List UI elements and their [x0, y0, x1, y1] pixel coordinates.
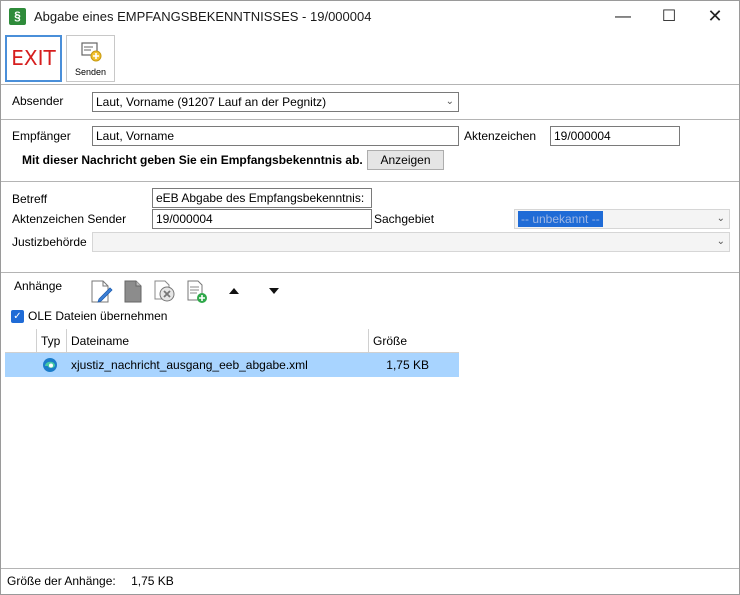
recipient-field[interactable]: Laut, Vorname [92, 126, 459, 146]
sachgebiet-value: -- unbekannt -- [518, 211, 603, 227]
status-value: 1,75 KB [131, 574, 174, 588]
send-label: Senden [74, 67, 107, 77]
chevron-down-icon: ⌄ [716, 236, 725, 247]
sachgebiet-select[interactable]: -- unbekannt -- ⌄ [514, 209, 730, 229]
ole-label: OLE Dateien übernehmen [28, 309, 168, 323]
sender-label: Absender [12, 94, 64, 108]
show-button[interactable]: Anzeigen [367, 150, 444, 170]
status-bar: Größe der Anhänge: 1,75 KB [7, 574, 174, 588]
send-button[interactable]: Senden [66, 35, 115, 82]
recipient-label: Empfänger [12, 129, 71, 143]
eeb-notice: Mit dieser Nachricht geben Sie ein Empfa… [22, 153, 363, 167]
column-header-dateiname[interactable]: Dateiname [67, 329, 369, 353]
justiz-label: Justizbehörde [12, 235, 87, 249]
file-icon[interactable] [121, 279, 145, 305]
divider [1, 181, 739, 182]
aktenzeichen-field[interactable]: 19/000004 [550, 126, 680, 146]
divider [1, 272, 739, 273]
aktenzeichen-label: Aktenzeichen [464, 129, 537, 143]
move-up-icon[interactable] [227, 286, 241, 296]
justiz-select[interactable]: ⌄ [92, 232, 730, 252]
window-title: Abgabe eines EMPFANGSBEKENNTNISSES - 19/… [34, 9, 372, 24]
exit-button[interactable]: EXIT [5, 35, 62, 82]
app-icon: § [9, 8, 26, 25]
toolbar: EXIT Senden [1, 32, 739, 84]
az-sender-label: Aktenzeichen Sender [12, 212, 127, 226]
close-button[interactable]: ✕ [692, 1, 738, 32]
table-header: Typ Dateiname Größe [5, 329, 459, 353]
delete-file-icon[interactable] [152, 279, 178, 305]
chevron-down-icon: ⌄ [716, 213, 725, 224]
column-blank [5, 329, 37, 353]
ole-checkbox[interactable]: ✓ [11, 310, 24, 323]
minimize-button[interactable]: — [600, 1, 646, 32]
betreff-field[interactable]: eEB Abgabe des Empfangsbekenntnis: [152, 188, 372, 208]
sachgebiet-label: Sachgebiet [374, 212, 435, 226]
title-bar: § Abgabe eines EMPFANGSBEKENNTNISSES - 1… [1, 1, 739, 32]
divider [1, 84, 739, 85]
az-sender-field[interactable]: 19/000004 [152, 209, 372, 229]
dialog-window: § Abgabe eines EMPFANGSBEKENNTNISSES - 1… [0, 0, 740, 595]
betreff-label: Betreff [12, 192, 48, 206]
edge-icon [43, 358, 57, 372]
add-file-icon[interactable] [185, 279, 209, 305]
divider [1, 568, 739, 569]
row-filename: xjustiz_nachricht_ausgang_eeb_abgabe.xml [71, 358, 308, 372]
sender-value: Laut, Vorname (91207 Lauf an der Pegnitz… [96, 95, 327, 109]
status-label: Größe der Anhänge: [7, 574, 116, 588]
chevron-down-icon: ⌄ [445, 96, 454, 107]
edit-file-icon[interactable] [88, 279, 114, 305]
column-header-groesse[interactable]: Größe [369, 329, 459, 353]
attachments-label: Anhänge [14, 279, 63, 293]
sender-select[interactable]: Laut, Vorname (91207 Lauf an der Pegnitz… [92, 92, 459, 112]
table-row[interactable]: xjustiz_nachricht_ausgang_eeb_abgabe.xml… [5, 353, 459, 377]
row-size: 1,75 KB [386, 358, 429, 372]
column-header-typ[interactable]: Typ [37, 329, 67, 353]
maximize-button[interactable]: ☐ [646, 1, 692, 32]
send-icon [81, 42, 102, 62]
move-down-icon[interactable] [267, 286, 281, 296]
divider [1, 119, 739, 120]
